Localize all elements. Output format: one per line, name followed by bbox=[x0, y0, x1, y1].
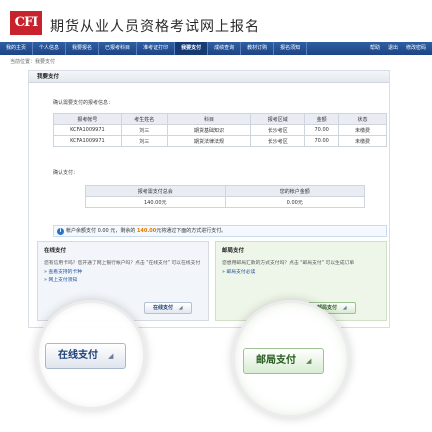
total-due-value: 140.00元 bbox=[85, 196, 226, 208]
magnified-online-payment-button[interactable]: 在线支付 ◢ bbox=[45, 343, 127, 369]
cell-name: 刘三 bbox=[120, 124, 168, 136]
online-payment-button-label: 在线支付 bbox=[153, 305, 174, 311]
col-amount: 金额 bbox=[304, 113, 340, 125]
cell-amount: 70.00 bbox=[304, 135, 340, 147]
chevron-icon: ◢ bbox=[306, 357, 312, 365]
confirm-label: 确认需要支付的报考信息： bbox=[53, 100, 114, 106]
nav-home[interactable]: 我的主页 bbox=[0, 42, 34, 55]
postal-payment-title: 邮局支付 bbox=[222, 248, 245, 254]
summary-header-row: 报考需支付总会 您的帐户金额 bbox=[85, 185, 365, 197]
account-balance-value: 0.00元 bbox=[224, 196, 365, 208]
col-account: 报考帐号 bbox=[53, 113, 122, 125]
chevron-icon: ◢ bbox=[178, 305, 183, 311]
notice-amount: 140.00 bbox=[136, 228, 157, 234]
online-payment-text: 您有信用卡吗？您开通了网上银行帐户吗？点击 "在线支付" 可以在线支付 bbox=[44, 261, 201, 266]
panel-title: 我要支付 bbox=[29, 71, 389, 83]
nav-payment[interactable]: 我要支付 bbox=[175, 42, 209, 55]
nav-right: 帮助 退出 修改密码 bbox=[366, 42, 430, 55]
cell-status: 未缴费 bbox=[338, 124, 387, 136]
magnified-postal-label: 邮局支付 bbox=[256, 355, 296, 366]
nav-change-password[interactable]: 修改密码 bbox=[402, 42, 430, 55]
table-header-row: 报考帐号 考生姓名 科目 报考区域 金额 状态 bbox=[53, 113, 387, 125]
site-header: CFI 期货从业人员资格考试网上报名 bbox=[0, 0, 432, 42]
nav-help[interactable]: 帮助 bbox=[366, 42, 384, 55]
postal-payment-magnifier: 邮局支付 ◢ bbox=[232, 300, 350, 418]
site-title: 期货从业人员资格考试网上报名 bbox=[50, 19, 260, 35]
cell-region: 长沙考区 bbox=[250, 135, 306, 147]
nav-admission-ticket[interactable]: 准考证打印 bbox=[137, 42, 176, 55]
link-supported-cards-label: 查看支持的卡种 bbox=[48, 270, 83, 275]
link-postal-payment-notice-label: 邮局支付必读 bbox=[226, 270, 256, 275]
col-account-balance: 您的帐户金额 bbox=[224, 185, 365, 197]
col-status: 状态 bbox=[338, 113, 387, 125]
cell-amount: 70.00 bbox=[304, 124, 340, 136]
postal-payment-text: 您想用邮局汇款的方式支付吗？点击 "邮局支付" 可以生成订单 bbox=[222, 261, 355, 266]
breadcrumb: 当前位置：我要支付 bbox=[10, 59, 56, 65]
cell-name: 刘三 bbox=[120, 135, 168, 147]
link-supported-cards[interactable]: » 查看支持的卡种 bbox=[38, 269, 208, 277]
nav-registered-subjects[interactable]: 已报考科目 bbox=[99, 42, 138, 55]
cell-status: 未缴费 bbox=[338, 135, 387, 147]
online-payment-button[interactable]: 在线支付 ◢ bbox=[144, 302, 192, 314]
nav-register[interactable]: 我要报名 bbox=[66, 42, 100, 55]
link-online-payment-guide[interactable]: » 网上支付须知 bbox=[38, 277, 208, 285]
magnified-online-label: 在线支付 bbox=[58, 350, 98, 361]
cell-account: KCFA1009971 bbox=[53, 124, 122, 136]
cell-subject: 期货基础知识 bbox=[166, 124, 252, 136]
chevron-icon: ◢ bbox=[342, 305, 347, 311]
notice-suffix: 元将通过下面的方式进行支付。 bbox=[156, 228, 227, 234]
notice-prefix: 帐户余额支付 0.00 元，剩余的 bbox=[66, 228, 137, 234]
table-row: KCFA1009971 刘三 期货基础知识 长沙考区 70.00 未缴费 bbox=[53, 124, 387, 136]
pay-label: 确认支付： bbox=[53, 170, 79, 176]
nav-profile[interactable]: 个人信息 bbox=[33, 42, 67, 55]
nav-score-query[interactable]: 成绩查询 bbox=[208, 42, 242, 55]
payment-panel: 我要支付 确认需要支付的报考信息： 报考帐号 考生姓名 科目 报考区域 金额 状… bbox=[28, 70, 390, 328]
cell-subject: 期货法律法规 bbox=[166, 135, 252, 147]
online-payment-magnifier: 在线支付 ◢ bbox=[36, 300, 146, 410]
main-nav: 我的主页 个人信息 我要报名 已报考科目 准考证打印 我要支付 成绩查询 教材订… bbox=[0, 42, 432, 55]
site-logo: CFI bbox=[10, 11, 42, 35]
col-subject: 科目 bbox=[166, 113, 252, 125]
nav-logout[interactable]: 退出 bbox=[384, 42, 402, 55]
summary-table: 报考需支付总会 您的帐户金额 140.00元 0.00元 bbox=[85, 185, 365, 208]
nav-book-order[interactable]: 教材订购 bbox=[241, 42, 275, 55]
table-row: KCFA1009971 刘三 期货法律法规 长沙考区 70.00 未缴费 bbox=[53, 135, 387, 147]
info-icon: i bbox=[57, 228, 64, 235]
chevron-icon: ◢ bbox=[108, 352, 114, 360]
summary-row: 140.00元 0.00元 bbox=[85, 196, 365, 208]
link-online-payment-guide-label: 网上支付须知 bbox=[48, 278, 78, 283]
registration-table: 报考帐号 考生姓名 科目 报考区域 金额 状态 KCFA1009971 刘三 期… bbox=[53, 113, 387, 147]
cell-region: 长沙考区 bbox=[250, 124, 306, 136]
magnified-postal-payment-button[interactable]: 邮局支付 ◢ bbox=[243, 348, 325, 374]
balance-notice: i 帐户余额支付 0.00 元，剩余的 140.00元将通过下面的方式进行支付。 bbox=[53, 225, 387, 237]
link-postal-payment-notice[interactable]: » 邮局支付必读 bbox=[216, 269, 386, 277]
col-total-due: 报考需支付总会 bbox=[85, 185, 226, 197]
online-payment-title: 在线支付 bbox=[44, 248, 67, 254]
nav-guide[interactable]: 报名须知 bbox=[274, 42, 308, 55]
cell-account: KCFA1009971 bbox=[53, 135, 122, 147]
col-name: 考生姓名 bbox=[120, 113, 168, 125]
col-region: 报考区域 bbox=[250, 113, 306, 125]
